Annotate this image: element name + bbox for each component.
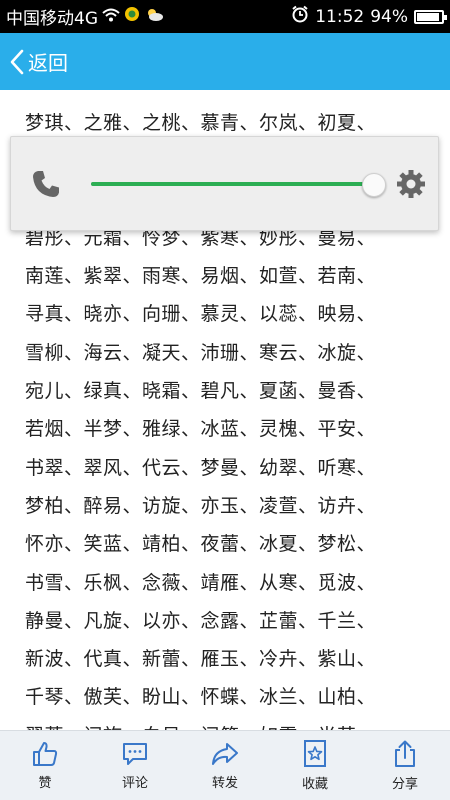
share-label: 分享 [391, 777, 418, 792]
battery-percent: 94% [370, 6, 408, 27]
back-button[interactable]: 返回 [0, 33, 68, 90]
phone-icon [29, 167, 63, 201]
volume-popup [10, 136, 439, 231]
nav-bar: 返回 [0, 33, 450, 90]
clock-time: 11:52 [315, 6, 365, 27]
comment-icon [121, 740, 149, 768]
text-line: 宛儿、绿真、晓霜、碧凡、夏菡、曼香、 [25, 380, 377, 403]
text-line: 若烟、半梦、雅绿、冰蓝、灵槐、平安、 [25, 418, 377, 441]
text-line: 寻真、晓亦、向珊、慕灵、以蕊、映易、 [25, 303, 377, 326]
text-line: 千琴、傲芙、盼山、怀蝶、冰兰、山柏、 [25, 686, 377, 709]
app-badge-icon [124, 6, 140, 27]
back-label: 返回 [28, 51, 68, 75]
alarm-icon [291, 5, 309, 28]
share-icon [391, 739, 419, 769]
comment-button[interactable]: 评论 [90, 731, 180, 800]
forward-icon [210, 740, 240, 768]
star-bookmark-icon [301, 739, 329, 769]
gear-icon[interactable] [394, 167, 428, 201]
volume-slider-fill [91, 182, 374, 186]
weather-icon [144, 6, 164, 27]
text-line: 新波、代真、新蕾、雁玉、冷卉、紫山、 [25, 648, 377, 671]
status-left: 中国移动4G [6, 4, 291, 29]
text-line: 书翠、翠风、代云、梦曼、幼翠、听寒、 [25, 456, 377, 479]
share-button[interactable]: 分享 [360, 731, 450, 800]
status-bar: 中国移动4G 11:52 94% [0, 0, 450, 33]
favorite-button[interactable]: 收藏 [270, 731, 360, 800]
volume-slider[interactable] [91, 173, 387, 197]
chevron-left-icon [10, 49, 24, 75]
text-line: 静曼、凡旋、以亦、念露、芷蕾、千兰、 [25, 609, 377, 632]
bottom-action-bar: 赞 评论 转发 收藏 分享 [0, 730, 450, 800]
text-line: 翠萱、问旋、白易、问筠、如霜、半芹、 [25, 717, 450, 730]
favorite-label: 收藏 [301, 777, 328, 792]
forward-button[interactable]: 转发 [180, 731, 270, 800]
like-label: 赞 [38, 776, 52, 791]
text-line: 梦柏、醉易、访旋、亦玉、凌萱、访卉、 [25, 494, 377, 517]
text-line: 怀亦、笑蓝、靖柏、夜蕾、冰夏、梦松、 [25, 533, 377, 556]
forward-label: 转发 [211, 776, 238, 791]
text-line: 南莲、紫翠、雨寒、易烟、如萱、若南、 [25, 265, 377, 288]
battery-icon [414, 9, 447, 24]
like-button[interactable]: 赞 [0, 731, 90, 800]
carrier-label: 中国移动4G [6, 9, 98, 29]
battery-fill [417, 12, 440, 21]
volume-slider-thumb[interactable] [362, 173, 387, 197]
text-line: 雪柳、海云、凝天、沛珊、寒云、冰旋、 [25, 341, 377, 364]
status-right: 11:52 94% [291, 5, 447, 28]
thumbs-up-icon [31, 740, 59, 768]
wifi-icon [102, 7, 120, 27]
comment-label: 评论 [121, 776, 148, 791]
text-line: 书雪、乐枫、念薇、靖雁、从寒、觅波、 [25, 571, 377, 594]
